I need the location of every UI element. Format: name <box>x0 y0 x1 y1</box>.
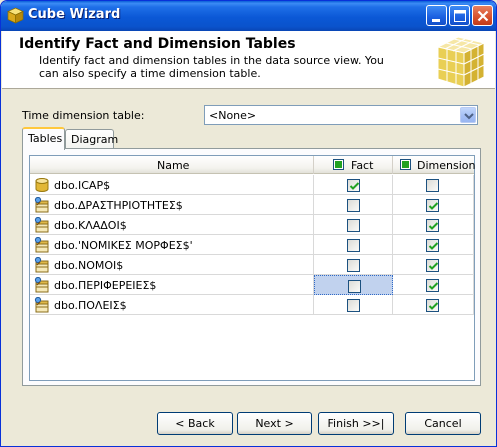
column-fact-label: Fact <box>351 159 374 172</box>
fact-cell[interactable] <box>314 175 393 195</box>
table-row[interactable]: dbo.ΠΟΛΕΙΣ$ <box>30 295 474 315</box>
dimension-cell[interactable] <box>393 235 474 255</box>
table-name: dbo.ΔΡΑΣΤΗΡΙΟΤΗΤΕΣ$ <box>54 199 183 212</box>
window-title: Cube Wizard <box>28 7 121 22</box>
dimension-cell[interactable] <box>393 195 474 215</box>
tables-grid: Name Fact Dimension dbo.ICAP$ dbo.ΔΡΑΣΤΗΡ… <box>29 155 475 381</box>
dimension-table-icon <box>34 276 50 293</box>
fact-table-icon <box>34 177 50 193</box>
fact-cell[interactable] <box>314 195 393 215</box>
table-name: dbo.ICAP$ <box>54 179 111 192</box>
time-dimension-value: <None> <box>209 109 257 122</box>
column-header-name[interactable]: Name <box>30 156 314 174</box>
cancel-button[interactable]: Cancel <box>405 412 481 435</box>
table-row[interactable]: dbo.ICAP$ <box>30 175 474 195</box>
cube-graphic-icon <box>436 36 486 88</box>
dimension-table-icon <box>34 296 50 313</box>
cube-app-icon <box>7 7 24 24</box>
dimension-cell[interactable] <box>393 275 474 295</box>
time-dimension-label: Time dimension table: <box>22 109 145 122</box>
dimension-cell[interactable] <box>393 295 474 315</box>
title-bar[interactable]: Cube Wizard <box>1 1 496 31</box>
fact-checkbox[interactable] <box>347 299 360 312</box>
table-name: dbo.ΚΛΑΔΟΙ$ <box>54 219 127 232</box>
fact-checkbox[interactable] <box>347 179 360 192</box>
table-name: dbo.ΝΟΜΟΙ$ <box>54 259 124 272</box>
column-header-dimension[interactable]: Dimension <box>393 156 476 174</box>
fact-checkbox[interactable] <box>347 239 360 252</box>
chevron-down-icon <box>464 113 474 120</box>
column-header-fact[interactable]: Fact <box>314 156 393 174</box>
table-row[interactable]: dbo.'ΝΟΜΙΚΕΣ ΜΟΡΦΕΣ$' <box>30 235 474 255</box>
dimension-checkbox[interactable] <box>426 279 439 292</box>
dimension-checkbox[interactable] <box>426 299 439 312</box>
dimension-checkbox[interactable] <box>426 259 439 272</box>
dimension-cell[interactable] <box>393 215 474 235</box>
fact-checkbox[interactable] <box>347 259 360 272</box>
dimension-checkbox[interactable] <box>426 199 439 212</box>
name-cell[interactable]: dbo.'ΝΟΜΙΚΕΣ ΜΟΡΦΕΣ$' <box>30 235 314 255</box>
dimension-cell[interactable] <box>393 255 474 275</box>
name-cell[interactable]: dbo.ΝΟΜΟΙ$ <box>30 255 314 275</box>
column-name-label: Name <box>157 159 190 172</box>
dimension-column-checkbox-icon[interactable] <box>400 159 411 170</box>
dimension-table-icon <box>34 216 50 233</box>
dimension-cell[interactable] <box>393 175 474 195</box>
fact-cell[interactable] <box>314 295 393 315</box>
page-description: Identify fact and dimension tables in th… <box>39 54 384 80</box>
close-button[interactable] <box>472 5 493 26</box>
dimension-table-icon <box>34 236 50 253</box>
close-icon <box>477 10 489 22</box>
maximize-button[interactable] <box>449 5 470 26</box>
time-dimension-select[interactable]: <None> <box>204 105 478 125</box>
next-button[interactable]: Next > <box>237 412 312 435</box>
minimize-button[interactable] <box>426 5 447 26</box>
fact-checkbox[interactable] <box>347 199 360 212</box>
dimension-table-icon <box>34 256 50 273</box>
name-cell[interactable]: dbo.ΠΕΡΙΦΕΡΕΙΕΣ$ <box>30 275 314 295</box>
minimize-icon <box>432 19 440 22</box>
dropdown-button[interactable] <box>460 107 476 123</box>
tab-tables[interactable]: Tables <box>22 127 65 150</box>
name-cell[interactable]: dbo.ΔΡΑΣΤΗΡΙΟΤΗΤΕΣ$ <box>30 195 314 215</box>
table-row[interactable]: dbo.ΠΕΡΙΦΕΡΕΙΕΣ$ <box>30 275 474 295</box>
fact-checkbox[interactable] <box>348 280 361 293</box>
name-cell[interactable]: dbo.ΚΛΑΔΟΙ$ <box>30 215 314 235</box>
name-cell[interactable]: dbo.ICAP$ <box>30 175 314 195</box>
finish-button[interactable]: Finish >>| <box>318 412 394 435</box>
table-row[interactable]: dbo.ΔΡΑΣΤΗΡΙΟΤΗΤΕΣ$ <box>30 195 474 215</box>
name-cell[interactable]: dbo.ΠΟΛΕΙΣ$ <box>30 295 314 315</box>
grid-header: Name Fact Dimension <box>30 156 476 174</box>
table-row[interactable]: dbo.ΝΟΜΟΙ$ <box>30 255 474 275</box>
table-name: dbo.ΠΕΡΙΦΕΡΕΙΕΣ$ <box>54 279 157 292</box>
cube-wizard-window: Cube Wizard Identify Fact and Dimension … <box>0 0 497 447</box>
fact-checkbox[interactable] <box>347 219 360 232</box>
column-dimension-label: Dimension <box>417 159 476 172</box>
maximize-icon <box>454 10 466 22</box>
back-button[interactable]: < Back <box>157 412 233 435</box>
dimension-checkbox[interactable] <box>426 179 439 192</box>
tab-diagram[interactable]: Diagram <box>65 129 118 149</box>
dimension-checkbox[interactable] <box>426 219 439 232</box>
fact-cell[interactable] <box>314 235 393 255</box>
fact-cell[interactable] <box>314 255 393 275</box>
page-title: Identify Fact and Dimension Tables <box>19 36 296 52</box>
tables-tab-panel: Name Fact Dimension dbo.ICAP$ dbo.ΔΡΑΣΤΗΡ… <box>22 148 481 386</box>
fact-cell[interactable] <box>314 275 393 295</box>
fact-cell[interactable] <box>314 215 393 235</box>
table-row[interactable]: dbo.ΚΛΑΔΟΙ$ <box>30 215 474 235</box>
dimension-table-icon <box>34 196 50 213</box>
table-name: dbo.'ΝΟΜΙΚΕΣ ΜΟΡΦΕΣ$' <box>54 239 193 252</box>
dimension-checkbox[interactable] <box>426 239 439 252</box>
table-name: dbo.ΠΟΛΕΙΣ$ <box>54 299 127 312</box>
fact-column-checkbox-icon[interactable] <box>333 159 344 170</box>
wizard-header: Identify Fact and Dimension Tables Ident… <box>2 31 495 89</box>
